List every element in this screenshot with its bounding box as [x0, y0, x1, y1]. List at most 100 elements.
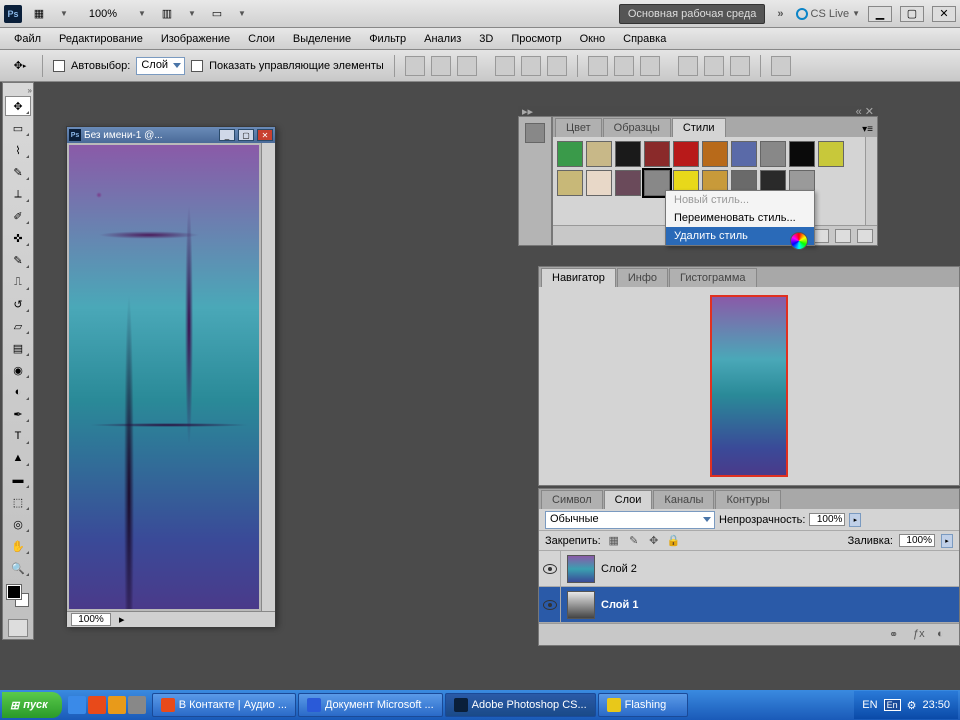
layer-name[interactable]: Слой 1 [601, 599, 638, 611]
taskbar-button[interactable]: В Контакте | Аудио ... [152, 693, 296, 717]
cslive-button[interactable]: CS Live▼ [796, 8, 860, 20]
show-controls-checkbox[interactable] [191, 60, 203, 72]
visibility-toggle[interactable] [539, 587, 561, 623]
tray-icon[interactable]: ⚙ [907, 699, 917, 712]
tab-color[interactable]: Цвет [555, 118, 602, 137]
eyedropper-tool[interactable]: ✐ [5, 206, 31, 226]
dodge-tool[interactable]: ◐ [5, 382, 31, 402]
distribute-right-icon[interactable] [730, 56, 750, 76]
ie-icon[interactable] [68, 696, 86, 714]
shape-tool[interactable]: ▬ [5, 470, 31, 490]
lang-indicator[interactable]: EN [862, 699, 877, 711]
distribute-vcenter-icon[interactable] [614, 56, 634, 76]
lock-all-icon[interactable]: 🔒 [667, 534, 681, 548]
style-swatch[interactable] [557, 170, 583, 196]
canvas[interactable] [69, 145, 259, 609]
style-swatch[interactable] [615, 141, 641, 167]
taskbar-button[interactable]: Документ Microsoft ... [298, 693, 443, 717]
opacity-input[interactable]: 100% [809, 513, 845, 526]
menu-file[interactable]: Файл [6, 31, 49, 47]
lock-transparency-icon[interactable]: ▦ [607, 534, 621, 548]
vertical-scrollbar[interactable] [261, 143, 275, 611]
style-swatch[interactable] [702, 141, 728, 167]
align-hcenter-icon[interactable] [521, 56, 541, 76]
opacity-arrow-icon[interactable]: ▸ [849, 513, 861, 527]
3d-tool[interactable]: ⬚ [5, 492, 31, 512]
style-swatch[interactable] [789, 141, 815, 167]
dropdown-arrow-icon[interactable]: ▼ [134, 9, 150, 18]
fill-arrow-icon[interactable]: ▸ [941, 534, 953, 548]
visibility-toggle[interactable] [539, 551, 561, 587]
menu-edit[interactable]: Редактирование [51, 31, 151, 47]
layer-thumbnail[interactable] [567, 591, 595, 619]
quick-select-tool[interactable]: ✎ [5, 162, 31, 182]
layer-style-icon[interactable]: ƒx [913, 628, 929, 642]
style-swatch[interactable] [731, 141, 757, 167]
style-swatch[interactable] [673, 141, 699, 167]
fill-input[interactable]: 100% [899, 534, 935, 547]
lock-position-icon[interactable]: ✥ [647, 534, 661, 548]
app-icon[interactable] [128, 696, 146, 714]
tab-navigator[interactable]: Навигатор [541, 268, 616, 287]
clear-style-icon[interactable] [813, 229, 829, 243]
expand-workspaces-icon[interactable]: » [771, 6, 789, 22]
menu-filter[interactable]: Фильтр [361, 31, 414, 47]
navigator-thumbnail[interactable] [710, 295, 788, 477]
bridge-icon[interactable]: ▦ [28, 4, 50, 24]
layer-thumbnail[interactable] [567, 555, 595, 583]
tab-character[interactable]: Символ [541, 490, 603, 509]
pen-tool[interactable]: ✒ [5, 404, 31, 424]
distribute-top-icon[interactable] [588, 56, 608, 76]
tab-swatches[interactable]: Образцы [603, 118, 671, 137]
tab-styles[interactable]: Стили [672, 118, 726, 137]
lock-pixels-icon[interactable]: ✎ [627, 534, 641, 548]
tab-layers[interactable]: Слои [604, 490, 653, 509]
doc-zoom-value[interactable]: 100% [71, 613, 111, 626]
hand-tool[interactable]: ✋ [5, 536, 31, 556]
auto-align-icon[interactable] [771, 56, 791, 76]
align-left-icon[interactable] [495, 56, 515, 76]
healing-brush-tool[interactable]: ✜ [5, 228, 31, 248]
3d-camera-tool[interactable]: ◎ [5, 514, 31, 534]
type-tool[interactable]: T [5, 426, 31, 446]
auto-select-checkbox[interactable] [53, 60, 65, 72]
move-tool[interactable]: ✥ [5, 96, 31, 116]
gradient-tool[interactable]: ▤ [5, 338, 31, 358]
taskbar-button[interactable]: Flashing [598, 693, 688, 717]
tab-info[interactable]: Инфо [617, 268, 668, 287]
layer-mask-icon[interactable]: ◐ [937, 628, 953, 642]
menu-analysis[interactable]: Анализ [416, 31, 469, 47]
layer-row[interactable]: Слой 2 [539, 551, 959, 587]
distribute-hcenter-icon[interactable] [704, 56, 724, 76]
menu-help[interactable]: Справка [615, 31, 674, 47]
view-grid-icon[interactable]: ▥ [156, 4, 178, 24]
tab-channels[interactable]: Каналы [653, 490, 714, 509]
doc-info-icon[interactable]: ▸ [119, 613, 125, 626]
style-swatch[interactable] [615, 170, 641, 196]
quick-mask-button[interactable] [8, 619, 28, 637]
style-swatch[interactable] [557, 141, 583, 167]
start-button[interactable]: ⊞пуск [2, 692, 62, 718]
auto-select-dropdown[interactable]: Слой [136, 57, 185, 75]
new-style-icon[interactable] [835, 229, 851, 243]
layer-row[interactable]: Слой 1 [539, 587, 959, 623]
opera-icon[interactable] [88, 696, 106, 714]
firefox-icon[interactable] [108, 696, 126, 714]
panel-handle[interactable]: ▸▸« ✕ [518, 106, 878, 116]
distribute-bottom-icon[interactable] [640, 56, 660, 76]
menu-3d[interactable]: 3D [471, 31, 501, 47]
clock[interactable]: 23:50 [922, 699, 950, 711]
style-swatch[interactable] [586, 170, 612, 196]
doc-minimize-button[interactable]: _ [219, 129, 235, 141]
history-brush-tool[interactable]: ↺ [5, 294, 31, 314]
clone-stamp-tool[interactable]: ⎍ [5, 272, 31, 292]
style-swatch[interactable] [586, 141, 612, 167]
distribute-left-icon[interactable] [678, 56, 698, 76]
style-swatch[interactable] [644, 141, 670, 167]
style-scrollbar[interactable] [865, 137, 877, 225]
blur-tool[interactable]: ◉ [5, 360, 31, 380]
taskbar-button[interactable]: Adobe Photoshop CS... [445, 693, 596, 717]
menu-image[interactable]: Изображение [153, 31, 238, 47]
doc-close-button[interactable]: ✕ [257, 129, 273, 141]
align-bottom-icon[interactable] [457, 56, 477, 76]
